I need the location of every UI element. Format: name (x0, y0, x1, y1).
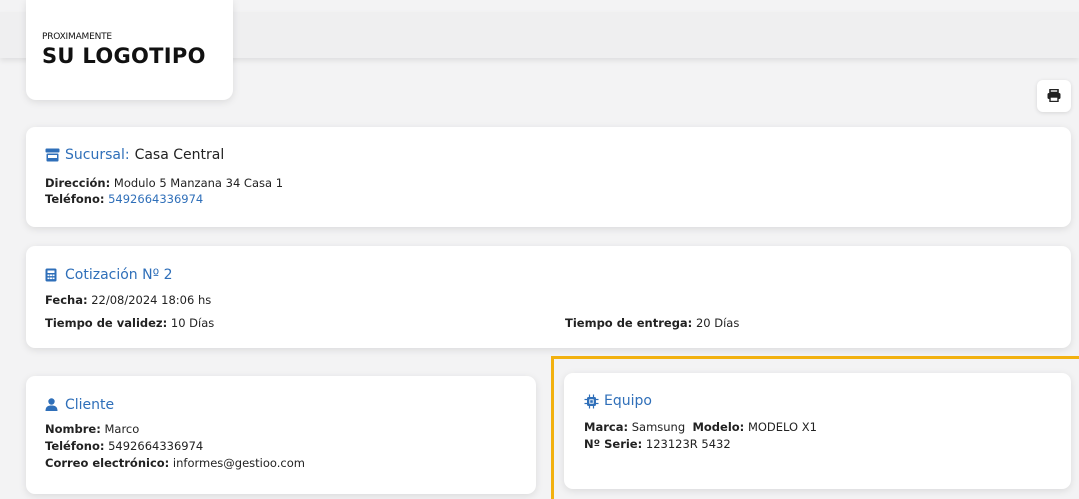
client-phone-value: 5492664336974 (108, 439, 204, 453)
address-value: Modulo 5 Manzana 34 Casa 1 (113, 176, 284, 190)
client-name-label: Nombre: (45, 422, 101, 436)
client-name-value: Marco (104, 422, 140, 436)
equipment-serial-row: Nº Serie: 123123R 5432 (584, 437, 731, 451)
client-name-row: Nombre: Marco (45, 422, 139, 436)
branch-address-row: Dirección: Modulo 5 Manzana 34 Casa 1 (45, 176, 283, 190)
address-label: Dirección: (45, 176, 111, 190)
logo-caption: PROXIMAMENTE (42, 32, 112, 42)
serial-value: 123123R 5432 (645, 437, 731, 451)
validity-value: 10 Días (170, 316, 215, 330)
branch-card: Sucursal: Casa Central Dirección: Modulo… (26, 127, 1071, 227)
delivery-value: 20 Días (695, 316, 740, 330)
quote-date-row: Fecha: 22/08/2024 18:06 hs (45, 293, 211, 307)
equipment-brand-row: Marca: Samsung Modelo: MODELO X1 (584, 420, 817, 434)
delivery-label: Tiempo de entrega: (565, 316, 693, 330)
store-icon (45, 148, 60, 162)
branch-label: Sucursal: (65, 147, 130, 163)
client-title: Cliente (45, 397, 114, 413)
branch-phone-row: Teléfono: 5492664336974 (45, 192, 203, 206)
branch-name: Casa Central (134, 147, 225, 163)
brand-value: Samsung (631, 420, 686, 434)
printer-icon (1047, 87, 1061, 106)
user-icon (45, 398, 60, 412)
client-email-label: Correo electrónico: (45, 456, 170, 470)
print-button[interactable] (1037, 80, 1071, 112)
branch-title: Sucursal: Casa Central (45, 147, 224, 163)
quote-delivery-row: Tiempo de entrega: 20 Días (565, 316, 739, 330)
model-label: Modelo: (692, 420, 745, 434)
date-value: 22/08/2024 18:06 hs (91, 293, 212, 307)
quote-card: Cotización Nº 2 Fecha: 22/08/2024 18:06 … (26, 246, 1071, 348)
quote-validity-row: Tiempo de validez: 10 Días (45, 316, 214, 330)
calculator-icon (45, 268, 60, 282)
quote-title: Cotización Nº 2 (45, 267, 173, 283)
client-title-text: Cliente (65, 397, 115, 413)
phone-label: Teléfono: (45, 192, 105, 206)
client-card: Cliente Nombre: Marco Teléfono: 54926643… (26, 376, 536, 494)
serial-label: Nº Serie: (584, 437, 643, 451)
client-email-value: informes@gestioo.com (172, 456, 305, 470)
quote-title-text: Cotización Nº 2 (65, 267, 173, 283)
chip-icon (584, 394, 599, 409)
logo-card: PROXIMAMENTE SU LOGOTIPO (26, 0, 233, 100)
client-email-row: Correo electrónico: informes@gestioo.com (45, 456, 305, 470)
client-phone-row: Teléfono: 5492664336974 (45, 439, 203, 453)
equipment-title: Equipo (584, 393, 652, 409)
brand-label: Marca: (584, 420, 629, 434)
validity-label: Tiempo de validez: (45, 316, 168, 330)
equipment-title-text: Equipo (604, 393, 652, 409)
model-value: MODELO X1 (747, 420, 817, 434)
client-phone-label: Teléfono: (45, 439, 105, 453)
date-label: Fecha: (45, 293, 88, 307)
logo-text: SU LOGOTIPO (42, 44, 206, 68)
branch-phone-link[interactable]: 5492664336974 (108, 192, 203, 206)
equipment-card: Equipo Marca: Samsung Modelo: MODELO X1 … (564, 373, 1071, 489)
